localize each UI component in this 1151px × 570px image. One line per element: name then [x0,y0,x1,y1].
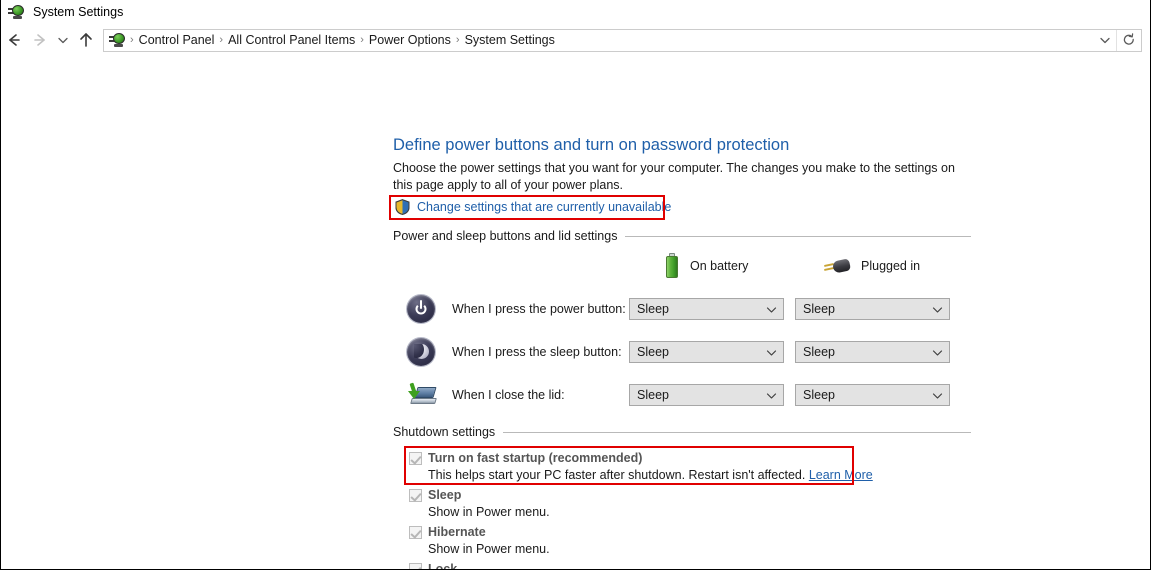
chevron-down-icon [932,390,943,401]
dropdown-sleep-button-plugged-in-value: Sleep [803,345,835,359]
uac-shield-icon [395,199,410,215]
address-bar[interactable]: › Control Panel › All Control Panel Item… [103,28,1142,52]
laptop-lid-icon [407,382,437,408]
power-section-header: Power and sleep buttons and lid settings [393,229,971,243]
breadcrumb-separator: › [360,34,364,46]
checkbox-label-lock: Lock [428,562,458,570]
dropdown-sleep-button-on-battery[interactable]: Sleep [629,341,784,363]
column-header-plugged-in: Plugged in [823,254,920,278]
refresh-icon[interactable] [1116,29,1141,51]
breadcrumb-separator: › [130,34,134,46]
battery-icon [664,253,680,279]
checkbox-lock[interactable] [409,563,422,569]
power-settings-icon [8,4,25,20]
checkbox-fast-startup[interactable] [409,452,422,465]
learn-more-link[interactable]: Learn More [809,468,873,482]
plug-icon [823,256,852,276]
shutdown-section-header: Shutdown settings [393,425,971,439]
description-hibernate: Show in Power menu. [428,542,550,556]
checkbox-label-hibernate: Hibernate [428,525,486,539]
description-fast-startup: This helps start your PC faster after sh… [428,467,873,483]
dropdown-power-button-on-battery-value: Sleep [637,302,669,316]
uac-change-settings-link[interactable]: Change settings that are currently unava… [417,200,671,214]
dropdown-close-lid-on-battery-value: Sleep [637,388,669,402]
shutdown-section-label: Shutdown settings [393,425,496,439]
description-sleep: Show in Power menu. [428,505,550,519]
breadcrumb-power-settings-icon[interactable] [109,32,126,48]
page-title: Define power buttons and turn on passwor… [393,136,790,154]
chevron-down-icon [766,347,777,358]
dropdown-close-lid-on-battery[interactable]: Sleep [629,384,784,406]
address-chevron-down-icon[interactable] [1094,30,1116,51]
setting-label-sleep-button: When I press the sleep button: [452,345,622,359]
chevron-down-icon [766,304,777,315]
dropdown-close-lid-plugged-in[interactable]: Sleep [795,384,950,406]
power-button-icon [407,295,435,323]
hibernate-item: Hibernate Show in Power menu. [409,524,550,557]
setting-row-close-lid [407,380,437,410]
checkbox-row[interactable]: Hibernate [409,524,550,540]
column-header-plugged-in-label: Plugged in [861,259,921,273]
up-arrow-icon[interactable] [73,27,99,53]
chevron-down-icon [932,347,943,358]
sleep-item: Sleep Show in Power menu. [409,487,550,520]
dropdown-power-button-on-battery[interactable]: Sleep [629,298,784,320]
lock-item: Lock Show in account picture menu. [409,561,599,570]
dropdown-sleep-button-plugged-in[interactable]: Sleep [795,341,950,363]
content-area: Define power buttons and turn on passwor… [1,56,1150,569]
back-arrow-icon[interactable] [1,27,27,53]
recent-locations-chevron-down-icon[interactable] [53,27,73,53]
page-description: Choose the power settings that you want … [393,161,955,192]
setting-label-power-button: When I press the power button: [452,302,626,316]
checkbox-hibernate[interactable] [409,526,422,539]
breadcrumb-item-system-settings[interactable]: System Settings [462,33,558,47]
breadcrumb-item-all-control-panel-items[interactable]: All Control Panel Items [225,33,358,47]
setting-label-close-lid: When I close the lid: [452,388,565,402]
section-divider [625,235,971,237]
dropdown-power-button-plugged-in[interactable]: Sleep [795,298,950,320]
dropdown-sleep-button-on-battery-value: Sleep [637,345,669,359]
sleep-button-icon [407,338,435,366]
dropdown-close-lid-plugged-in-value: Sleep [803,388,835,402]
checkbox-sleep[interactable] [409,489,422,502]
breadcrumb: › Control Panel › All Control Panel Item… [104,32,1094,48]
system-settings-window: System Settings › Control Panel › All Co… [0,0,1151,570]
chevron-down-icon [766,390,777,401]
title-bar: System Settings [1,0,1150,24]
setting-row-power-button [407,294,435,324]
breadcrumb-separator: › [455,34,460,46]
window-title: System Settings [33,5,124,19]
forward-arrow-icon[interactable] [27,27,53,53]
description-fast-startup-text: This helps start your PC faster after sh… [428,468,809,482]
column-header-on-battery: On battery [664,253,749,279]
checkbox-label-fast-startup: Turn on fast startup (recommended) [428,451,643,465]
uac-change-settings-row[interactable]: Change settings that are currently unava… [389,195,671,219]
breadcrumb-item-control-panel[interactable]: Control Panel [136,33,218,47]
checkbox-row[interactable]: Sleep [409,487,550,503]
dropdown-power-button-plugged-in-value: Sleep [803,302,835,316]
column-header-on-battery-label: On battery [690,259,749,273]
chevron-down-icon [932,304,943,315]
checkbox-label-sleep: Sleep [428,488,462,502]
breadcrumb-item-power-options[interactable]: Power Options [366,33,454,47]
fast-startup-item: Turn on fast startup (recommended) This … [409,450,873,483]
power-section-label: Power and sleep buttons and lid settings [393,229,618,243]
address-bar-actions [1094,29,1141,51]
breadcrumb-separator: › [219,34,224,46]
navigation-bar: › Control Panel › All Control Panel Item… [1,24,1150,56]
section-divider [503,431,971,433]
checkbox-row[interactable]: Lock [409,561,599,570]
setting-row-sleep-button [407,337,435,367]
checkbox-row[interactable]: Turn on fast startup (recommended) [409,450,873,466]
